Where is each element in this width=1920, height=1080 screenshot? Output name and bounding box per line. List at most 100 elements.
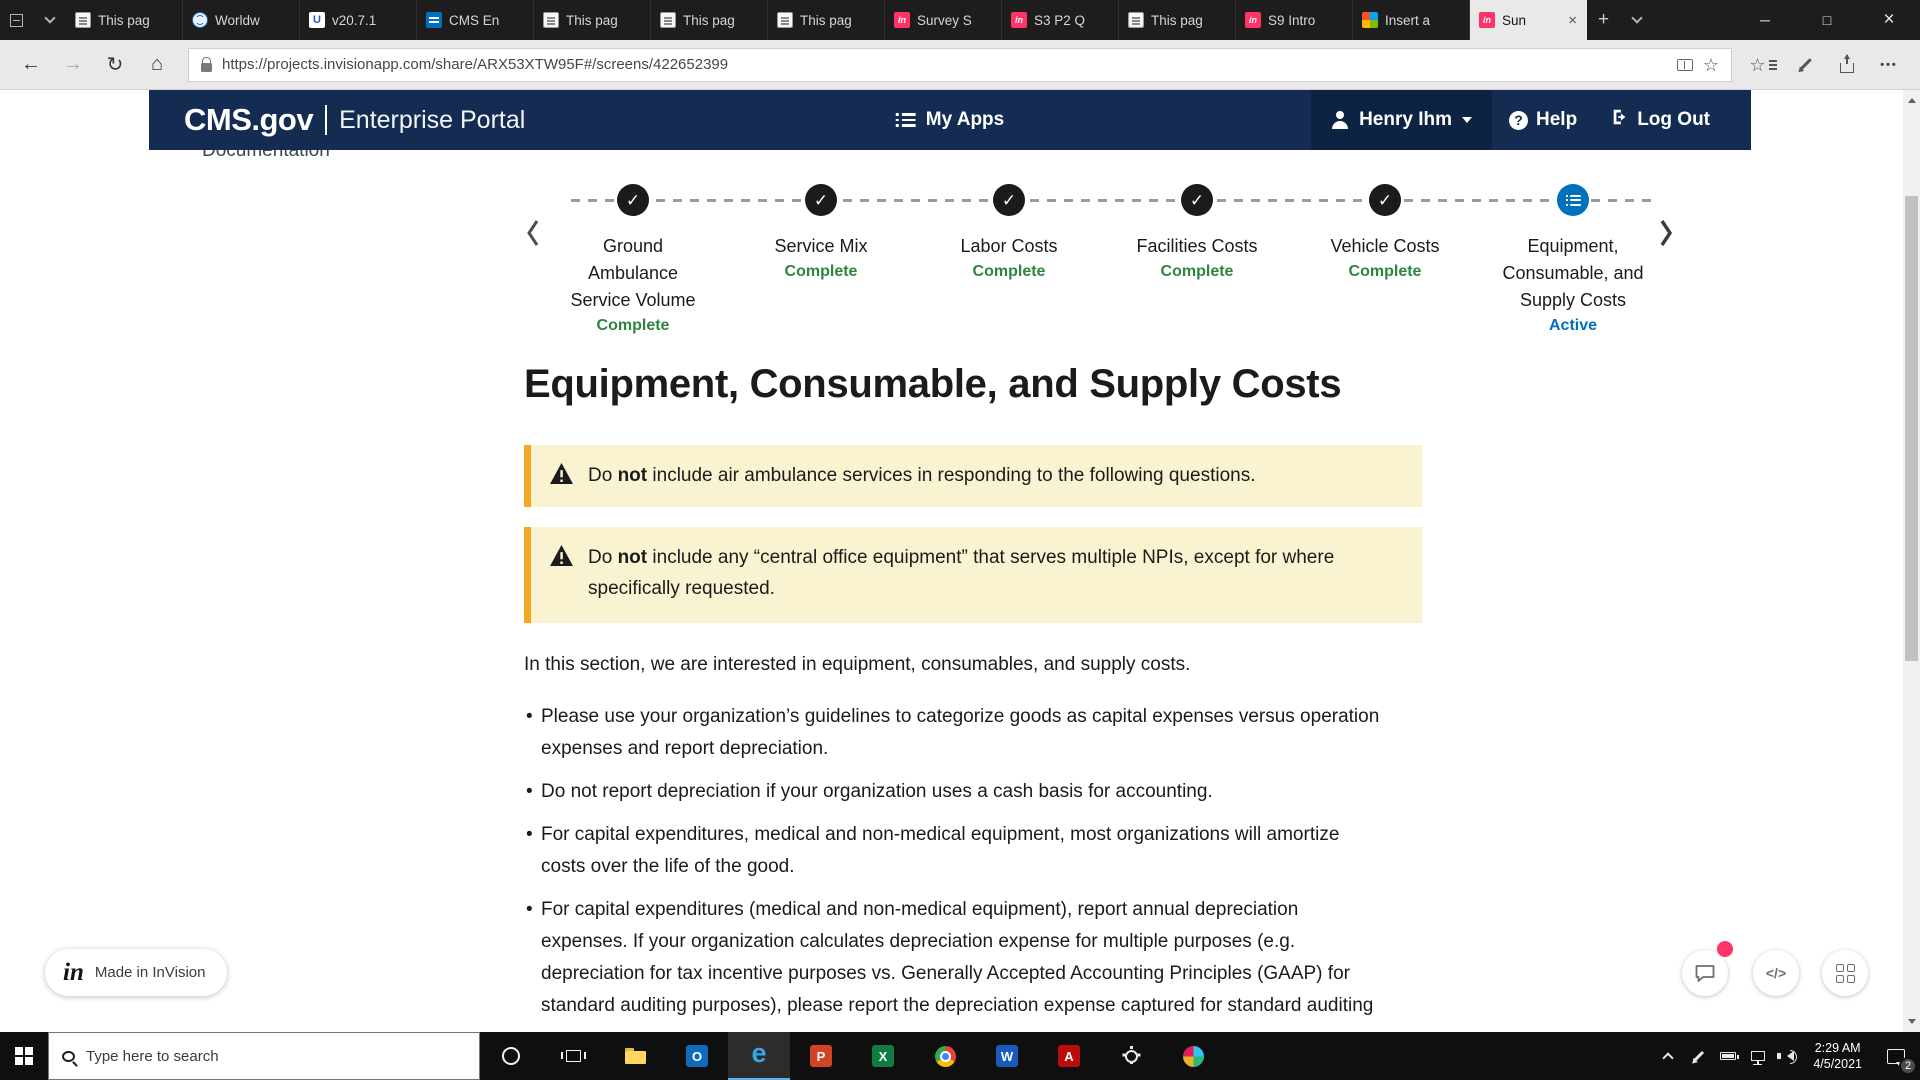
- reading-view-icon[interactable]: [1677, 59, 1693, 71]
- file-explorer-button[interactable]: [604, 1032, 666, 1080]
- task-view-button[interactable]: [542, 1032, 604, 1080]
- page-scrollbar[interactable]: [1903, 90, 1920, 1032]
- new-tab-button[interactable]: +: [1587, 0, 1620, 40]
- step-label: Vehicle Costs: [1310, 233, 1460, 260]
- favorites-hub-icon[interactable]: ☆: [1742, 44, 1784, 86]
- brand-divider: [325, 105, 327, 135]
- warning-icon: [550, 463, 573, 484]
- network-button[interactable]: [1743, 1032, 1773, 1080]
- user-menu-button[interactable]: Henry Ihm: [1311, 90, 1492, 150]
- taskbar-search[interactable]: [48, 1032, 480, 1080]
- browser-tab[interactable]: v20.7.1 ×: [300, 0, 417, 40]
- stepper-step[interactable]: ✓ Ground Ambulance Service Volume Comple…: [539, 184, 727, 335]
- window-minimize-button[interactable]: ─: [1734, 0, 1796, 40]
- warning-text-pre: Do: [588, 547, 618, 568]
- check-icon: ✓: [1002, 192, 1016, 209]
- browser-tab[interactable]: Worldw ×: [183, 0, 300, 40]
- scrollbar-thumb[interactable]: [1905, 196, 1918, 661]
- logout-button[interactable]: Log Out: [1594, 90, 1727, 150]
- chrome-button[interactable]: [914, 1032, 976, 1080]
- tray-show-hidden-icons[interactable]: [1653, 1032, 1683, 1080]
- volume-icon: [1782, 1051, 1794, 1061]
- stepper-step[interactable]: ✓ Vehicle Costs Complete: [1291, 184, 1479, 335]
- user-icon: [1331, 111, 1349, 129]
- my-apps-list-icon: [896, 113, 916, 127]
- tab-title: Sun: [1502, 13, 1561, 28]
- stepper-next-icon[interactable]: [1658, 218, 1674, 248]
- cortana-button[interactable]: [480, 1032, 542, 1080]
- tab-close-icon[interactable]: ×: [1568, 13, 1577, 28]
- warning-banner-central-office: Do not include any “central office equip…: [524, 527, 1422, 623]
- volume-button[interactable]: [1773, 1032, 1803, 1080]
- excel-button[interactable]: X: [852, 1032, 914, 1080]
- browser-viewport: Documentation CMS.gov Enterprise Portal …: [0, 90, 1920, 1032]
- url-text[interactable]: https://projects.invisionapp.com/share/A…: [222, 56, 1667, 73]
- powerpoint-button[interactable]: P: [790, 1032, 852, 1080]
- favorite-star-icon[interactable]: ☆: [1703, 56, 1719, 74]
- warning-text: Do not include any “central office equip…: [588, 527, 1404, 604]
- browser-tab[interactable]: Insert a ×: [1353, 0, 1470, 40]
- battery-button[interactable]: [1713, 1032, 1743, 1080]
- content-bullets: Please use your organization’s guideline…: [524, 701, 1384, 1032]
- browser-tab[interactable]: S9 Intro ×: [1236, 0, 1353, 40]
- forward-button[interactable]: →: [52, 44, 94, 86]
- comment-tool-button[interactable]: [1682, 950, 1728, 996]
- browser-tab[interactable]: This pag ×: [651, 0, 768, 40]
- help-button[interactable]: ? Help: [1492, 90, 1594, 150]
- windows-ink-button[interactable]: [1683, 1032, 1713, 1080]
- invision-logo-icon: in: [63, 960, 84, 985]
- taskbar-clock[interactable]: 2:29 AM 4/5/2021: [1803, 1040, 1872, 1072]
- back-button[interactable]: ←: [10, 44, 52, 86]
- bullet-text: Please use your organization’s guideline…: [541, 706, 1379, 759]
- browser-tab[interactable]: This pag ×: [768, 0, 885, 40]
- action-center-button[interactable]: 2: [1872, 1032, 1920, 1080]
- screens-grid-button[interactable]: [1822, 950, 1868, 996]
- acrobat-button[interactable]: A: [1038, 1032, 1100, 1080]
- outlook-button[interactable]: O: [666, 1032, 728, 1080]
- stepper-step[interactable]: ✓ Labor Costs Complete: [915, 184, 1103, 335]
- stepper-step[interactable]: ✓ Service Mix Complete: [727, 184, 915, 335]
- my-apps-button[interactable]: My Apps: [896, 109, 1004, 131]
- check-icon: ✓: [1190, 192, 1204, 209]
- step-status: Active: [1549, 317, 1597, 335]
- tab-title: v20.7.1: [332, 13, 407, 28]
- window-close-button[interactable]: ×: [1858, 0, 1920, 40]
- scroll-down-icon[interactable]: [1903, 1015, 1920, 1032]
- search-input[interactable]: [86, 1048, 466, 1065]
- warning-text-bold: not: [618, 547, 648, 568]
- browser-tab[interactable]: S3 P2 Q ×: [1002, 0, 1119, 40]
- battery-icon: [1720, 1052, 1736, 1060]
- web-note-pen-icon[interactable]: [1784, 44, 1826, 86]
- slack-button[interactable]: [1162, 1032, 1224, 1080]
- edge-button[interactable]: e: [728, 1032, 790, 1080]
- grid-icon: [1836, 964, 1855, 983]
- warning-text-pre: Do: [588, 465, 618, 486]
- cms-logo[interactable]: CMS.gov Enterprise Portal: [184, 102, 525, 138]
- browser-tab[interactable]: This pag ×: [534, 0, 651, 40]
- stepper-step[interactable]: ✓ Facilities Costs Complete: [1103, 184, 1291, 335]
- header-right-nav: Henry Ihm ? Help Log Out: [1311, 90, 1751, 150]
- acrobat-icon: A: [1058, 1045, 1080, 1067]
- inspect-code-button[interactable]: </>: [1753, 950, 1799, 996]
- home-button[interactable]: ⌂: [136, 44, 178, 86]
- refresh-button[interactable]: ↻: [94, 44, 136, 86]
- settings-button[interactable]: [1100, 1032, 1162, 1080]
- word-button[interactable]: W: [976, 1032, 1038, 1080]
- tab-preview-icon[interactable]: [33, 0, 66, 40]
- address-bar[interactable]: https://projects.invisionapp.com/share/A…: [188, 48, 1732, 82]
- browser-tab[interactable]: Survey S ×: [885, 0, 1002, 40]
- browser-tab[interactable]: CMS En ×: [417, 0, 534, 40]
- more-options-icon[interactable]: •••: [1868, 44, 1910, 86]
- stepper-step[interactable]: ✓ Equipment, Consumable, and Supply Cost…: [1479, 184, 1667, 335]
- share-icon[interactable]: [1826, 44, 1868, 86]
- window-maximize-button[interactable]: □: [1796, 0, 1858, 40]
- start-button[interactable]: [0, 1032, 48, 1080]
- scroll-up-icon[interactable]: [1903, 90, 1920, 107]
- logout-icon: [1611, 108, 1629, 132]
- browser-tab[interactable]: This pag ×: [1119, 0, 1236, 40]
- tab-list-menu-icon[interactable]: [1620, 0, 1653, 40]
- set-tabs-aside-icon[interactable]: [0, 0, 33, 40]
- browser-tab[interactable]: Sun ×: [1470, 0, 1587, 40]
- invision-badge[interactable]: in Made in InVision: [45, 949, 227, 996]
- browser-tab[interactable]: This pag ×: [66, 0, 183, 40]
